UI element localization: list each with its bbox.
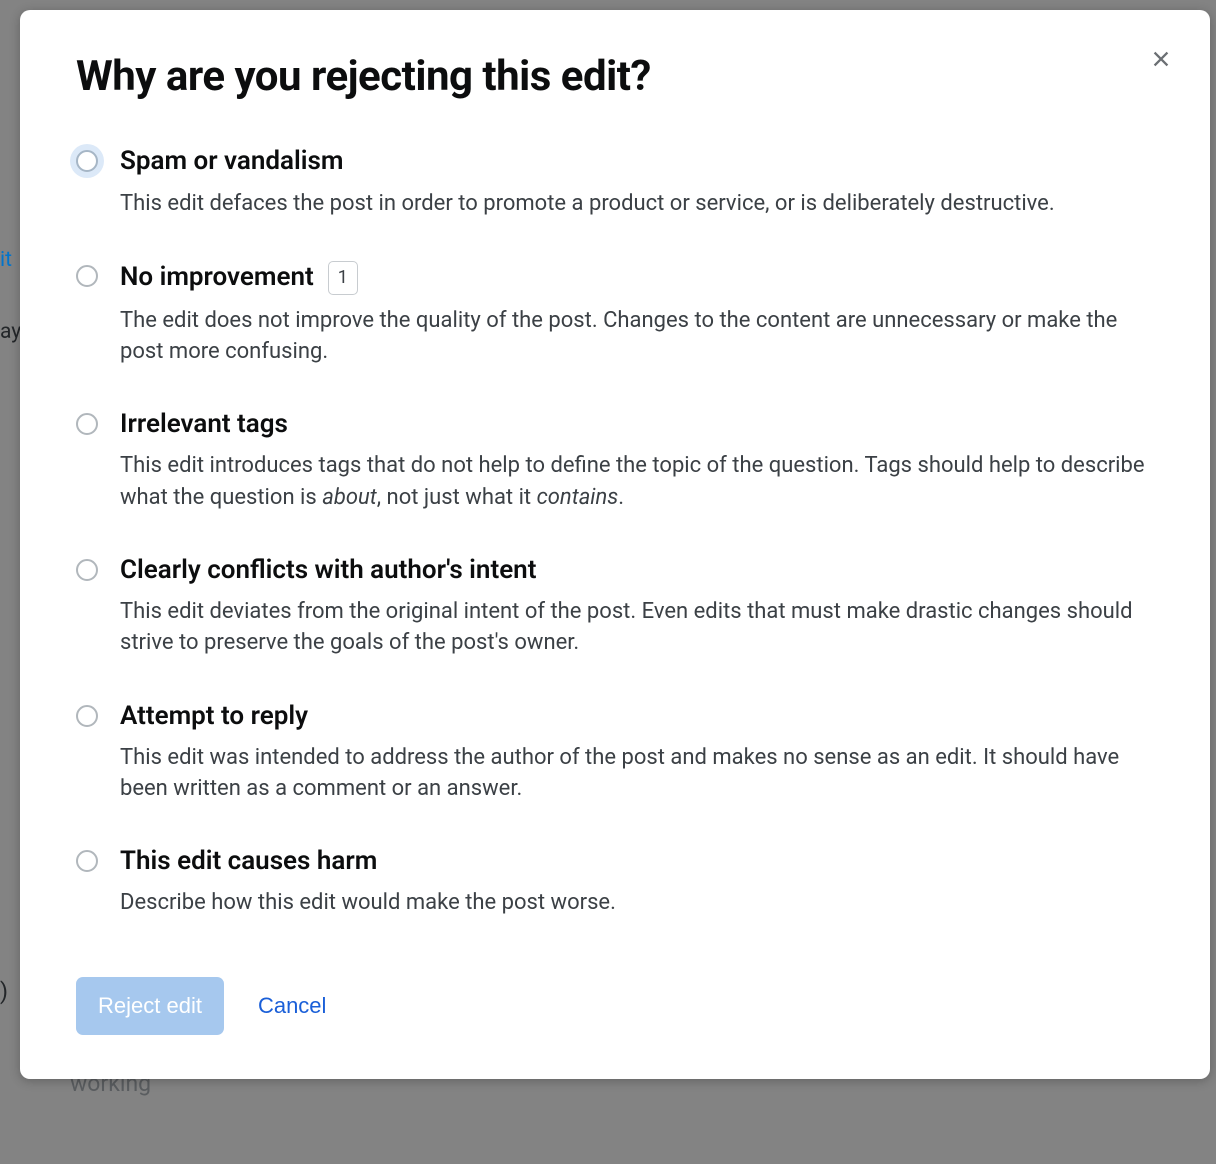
- radio-irrelevant-tags[interactable]: [76, 413, 98, 435]
- option-body: No improvement 1 The edit does not improve…: [120, 261, 1166, 367]
- option-title-row: No improvement 1: [120, 261, 1166, 295]
- option-body: Irrelevant tags This edit introduces tags…: [120, 409, 1166, 513]
- option-description: This edit introduces tags that do not he…: [120, 450, 1166, 512]
- radio-wrap: [76, 150, 98, 172]
- backdrop-fragment: it: [0, 248, 12, 272]
- option-description: This edit was intended to address the au…: [120, 742, 1166, 804]
- cancel-button[interactable]: Cancel: [258, 993, 326, 1019]
- option-no-improvement[interactable]: No improvement 1 The edit does not improve…: [76, 261, 1166, 367]
- radio-no-improvement[interactable]: [76, 265, 98, 287]
- option-attempt-reply[interactable]: Attempt to reply This edit was intended t…: [76, 701, 1166, 805]
- radio-conflicts-intent[interactable]: [76, 559, 98, 581]
- options-list: Spam or vandalism This edit defaces the p…: [76, 146, 1166, 918]
- option-body: Attempt to reply This edit was intended t…: [120, 701, 1166, 805]
- option-description: This edit defaces the post in order to p…: [120, 188, 1166, 219]
- option-spam[interactable]: Spam or vandalism This edit defaces the p…: [76, 146, 1166, 218]
- option-description: The edit does not improve the quality of…: [120, 305, 1166, 367]
- reject-edit-button[interactable]: Reject edit: [76, 977, 224, 1035]
- option-conflicts-intent[interactable]: Clearly conflicts with author's intent Th…: [76, 555, 1166, 659]
- option-causes-harm[interactable]: This edit causes harm Describe how this e…: [76, 846, 1166, 918]
- radio-causes-harm[interactable]: [76, 850, 98, 872]
- option-description: This edit deviates from the original int…: [120, 596, 1166, 658]
- option-body: Clearly conflicts with author's intent Th…: [120, 555, 1166, 659]
- modal-actions: Reject edit Cancel: [76, 977, 1166, 1035]
- option-title: Clearly conflicts with author's intent: [120, 555, 536, 586]
- option-body: Spam or vandalism This edit defaces the p…: [120, 146, 1166, 218]
- radio-wrap: [76, 705, 98, 727]
- option-body: This edit causes harm Describe how this e…: [120, 846, 1166, 918]
- close-button[interactable]: [1146, 44, 1176, 77]
- radio-attempt-reply[interactable]: [76, 705, 98, 727]
- option-title: Irrelevant tags: [120, 409, 288, 440]
- radio-wrap: [76, 413, 98, 435]
- option-description: Describe how this edit would make the po…: [120, 887, 1166, 918]
- backdrop-fragment: ): [0, 978, 8, 1005]
- reject-edit-modal: Why are you rejecting this edit? Spam or…: [20, 10, 1210, 1079]
- option-title: This edit causes harm: [120, 846, 377, 877]
- modal-header: Why are you rejecting this edit?: [76, 52, 1166, 102]
- radio-spam[interactable]: [76, 150, 98, 172]
- option-title-row: Irrelevant tags: [120, 409, 1166, 440]
- backdrop-fragment: ay: [0, 320, 21, 344]
- option-irrelevant-tags[interactable]: Irrelevant tags This edit introduces tags…: [76, 409, 1166, 513]
- option-title-row: Attempt to reply: [120, 701, 1166, 732]
- option-title-row: This edit causes harm: [120, 846, 1166, 877]
- option-title-row: Spam or vandalism: [120, 146, 1166, 177]
- option-title: No improvement: [120, 262, 314, 293]
- modal-title: Why are you rejecting this edit?: [76, 52, 651, 102]
- vote-count-badge: 1: [328, 261, 358, 295]
- radio-wrap: [76, 850, 98, 872]
- option-title: Attempt to reply: [120, 701, 308, 732]
- option-title: Spam or vandalism: [120, 146, 343, 177]
- option-title-row: Clearly conflicts with author's intent: [120, 555, 1166, 586]
- radio-wrap: [76, 265, 98, 287]
- close-icon: [1150, 48, 1172, 70]
- radio-wrap: [76, 559, 98, 581]
